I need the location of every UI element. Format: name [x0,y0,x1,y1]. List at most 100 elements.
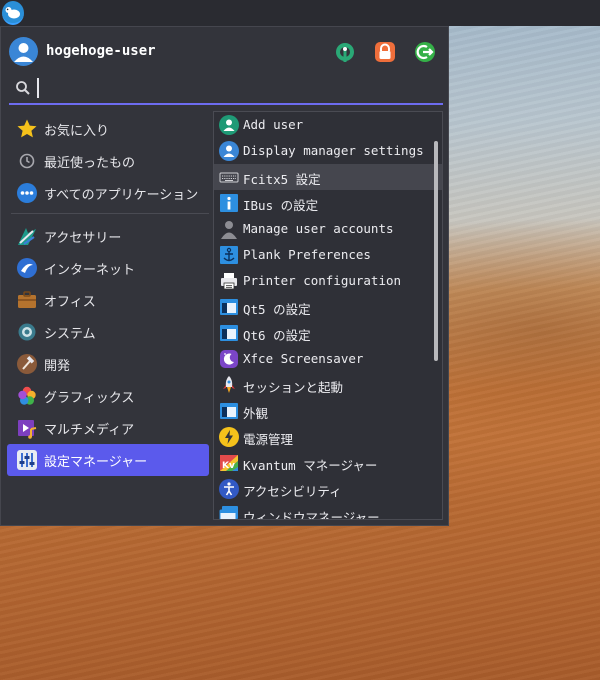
window-icon [220,325,238,341]
app-window-manager[interactable]: ウィンドウマネージャー [214,502,442,520]
app-label: Xfce Screensaver [243,351,364,366]
category-label: グラフィックス [44,391,135,406]
window-icon [220,299,238,315]
wrench-gear-icon [336,43,354,62]
avatar[interactable] [9,37,38,66]
hammer-icon [17,354,37,374]
app-power-manager[interactable]: 電源管理 [214,424,442,450]
user-avatar-icon [14,43,33,62]
category-label: アクセサリー [44,231,122,246]
app-printer-configuration[interactable]: Printer configuration [214,268,442,294]
app-display-manager-settings[interactable]: Display manager settings [214,138,442,164]
app-label: Add user [243,117,304,132]
app-label: Qt6 の設定 [243,328,311,343]
category-label: 最近使ったもの [44,156,136,171]
user-icon [219,141,239,161]
category-development[interactable]: 開発 [7,348,209,380]
app-label: アクセシビリティ [243,484,342,499]
multimedia-icon [18,420,37,439]
app-qt5-settings[interactable]: Qt5 の設定 [214,294,442,320]
printer-icon [221,273,237,290]
category-system[interactable]: システム [7,316,209,348]
screensaver-icon [220,350,238,368]
search-icon [16,81,30,95]
app-label: Manage user accounts [243,221,394,236]
window-manager-icon [219,506,238,519]
category-office[interactable]: オフィス [7,284,209,316]
category-label: オフィス [44,295,96,310]
application-list: Add user Display manager settings Fcitx5… [213,111,443,520]
category-label: すべてのアプリケーション [44,188,199,203]
accessibility-icon [219,479,239,499]
app-qt6-settings[interactable]: Qt6 の設定 [214,320,442,346]
whisker-menu-button[interactable] [2,1,24,25]
dots-icon [17,183,37,203]
app-label: Qt5 の設定 [243,302,311,317]
category-label: システム [44,327,96,342]
rocket-icon [223,376,235,393]
graphics-icon [18,386,36,405]
category-separator [11,213,209,214]
app-accessibility[interactable]: アクセシビリティ [214,476,442,502]
category-list: お気に入り 最近使ったもの すべてのアプリケーション アクセサリー インターネッ… [7,113,209,476]
logout-button[interactable] [412,39,438,65]
accessories-icon [18,228,36,245]
category-graphics[interactable]: グラフィックス [7,380,209,412]
app-ibus-settings[interactable]: IBus の設定 [214,190,442,216]
search-bar[interactable] [9,75,443,105]
category-all-applications[interactable]: すべてのアプリケーション [7,177,209,209]
clock-icon [19,153,35,169]
category-label: お気に入り [44,124,110,139]
category-label: マルチメディア [44,423,135,438]
application-menu: hogehoge-user お気に入り 最近使ったもの すべてのアプリケーション… [0,26,449,526]
category-multimedia[interactable]: マルチメディア [7,412,209,444]
anchor-icon [220,246,238,264]
app-session-startup[interactable]: セッションと起動 [214,372,442,398]
settings-button[interactable] [332,39,358,65]
username: hogehoge-user [46,43,156,59]
app-label: セッションと起動 [243,380,344,395]
app-fcitx5-settings[interactable]: Fcitx5 設定 [214,164,442,190]
app-label: Kvantum マネージャー [243,458,378,473]
app-kvantum-manager[interactable]: Kv Kvantum マネージャー [214,450,442,476]
app-list-scrollbar[interactable] [434,141,438,361]
lock-button[interactable] [372,39,398,65]
users-icon [221,221,237,239]
top-panel [0,0,600,26]
app-label: Fcitx5 設定 [243,172,321,187]
add-user-icon [219,115,239,135]
app-label: ウィンドウマネージャー [243,510,380,520]
lock-icon [375,42,395,62]
kvantum-icon: Kv [220,455,238,471]
text-caret [37,78,39,98]
app-label: 電源管理 [243,432,294,447]
category-accessories[interactable]: アクセサリー [7,220,209,252]
keyboard-icon [219,172,239,183]
app-plank-preferences[interactable]: Plank Preferences [214,242,442,268]
app-label: IBus の設定 [243,198,319,213]
app-label: Display manager settings [243,143,424,158]
app-xfce-screensaver[interactable]: Xfce Screensaver [214,346,442,372]
category-recent[interactable]: 最近使ったもの [7,145,209,177]
category-label: 設定マネージャー [44,455,148,470]
category-settings-manager[interactable]: 設定マネージャー [7,444,209,476]
category-internet[interactable]: インターネット [7,252,209,284]
app-add-user[interactable]: Add user [214,112,442,138]
settings-manager-icon [17,450,37,470]
star-icon [17,119,37,138]
window-icon [220,403,238,419]
xfce-mouse-icon [5,7,20,19]
power-icon [219,427,239,447]
category-label: 開発 [44,359,71,374]
app-manage-user-accounts[interactable]: Manage user accounts [214,216,442,242]
app-label: Plank Preferences [243,247,371,262]
internet-icon [17,258,37,278]
logout-icon [415,42,435,62]
briefcase-icon [18,291,36,308]
svg-text:Kv: Kv [222,461,235,471]
app-appearance[interactable]: 外観 [214,398,442,424]
info-icon [220,194,238,212]
category-favorites[interactable]: お気に入り [7,113,209,145]
app-label: 外観 [243,406,269,421]
search-input[interactable] [37,77,427,99]
